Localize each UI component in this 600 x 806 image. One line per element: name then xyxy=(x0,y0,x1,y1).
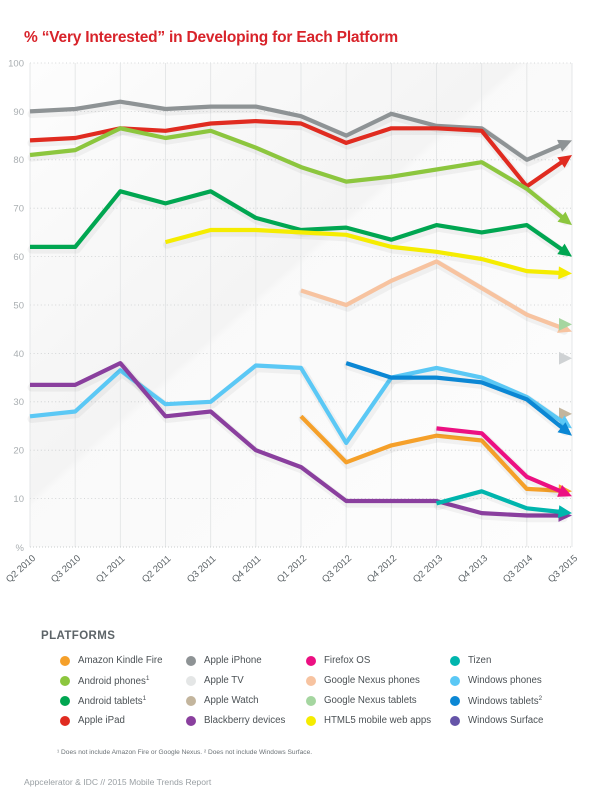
chart-plot-area: 10 20 30 40 50 60 70 80 90 100% xyxy=(0,55,600,565)
legend-item-label: Firefox OS xyxy=(324,655,371,666)
legend-item[interactable]: Tizen xyxy=(450,655,491,666)
legend-item[interactable]: Windows tablets2 xyxy=(450,695,542,707)
legend-item[interactable]: Windows phones xyxy=(450,675,542,686)
legend-item-label: Windows phones xyxy=(468,675,542,686)
legend-item[interactable]: Google Nexus tablets xyxy=(306,695,417,706)
legend-heading: PLATFORMS xyxy=(41,630,116,642)
legend-color-swatch xyxy=(60,676,70,687)
legend-color-swatch xyxy=(186,675,196,686)
legend-color-swatch xyxy=(450,675,460,686)
line-chart-svg: 10 20 30 40 50 60 70 80 90 100% xyxy=(8,58,573,554)
footnote-text: ¹ Does not include Amazon Fire or Google… xyxy=(57,749,313,756)
legend-item-label: Android tablets1 xyxy=(78,695,147,708)
legend-item-label: Windows Surface xyxy=(468,715,544,726)
legend-color-swatch xyxy=(186,655,196,666)
legend-color-swatch xyxy=(60,655,70,666)
legend-color-swatch xyxy=(186,695,196,706)
legend-item-label: Google Nexus tablets xyxy=(324,695,417,706)
legend-color-swatch xyxy=(60,696,70,707)
y-axis-tick-label: 100 xyxy=(8,58,24,69)
y-axis-tick-label: 70 xyxy=(13,204,24,215)
legend-item-label: Windows tablets2 xyxy=(468,695,543,708)
legend-color-swatch xyxy=(450,696,460,707)
legend-item[interactable]: Blackberry devices xyxy=(186,715,285,726)
legend-footnote-marker: 1 xyxy=(142,695,147,702)
legend-item-label: Blackberry devices xyxy=(204,715,286,726)
legend-color-swatch xyxy=(450,655,460,666)
y-axis-unit-label: % xyxy=(16,543,25,554)
legend-item-label: Tizen xyxy=(468,655,492,666)
legend-color-swatch xyxy=(450,715,460,726)
legend-color-swatch xyxy=(306,715,316,726)
y-axis-tick-label: 50 xyxy=(13,300,24,311)
legend-item[interactable]: Windows Surface xyxy=(450,715,543,726)
legend-item[interactable]: Apple iPad xyxy=(60,715,125,726)
legend-item[interactable]: Apple TV xyxy=(186,675,244,686)
legend-item[interactable]: Firefox OS xyxy=(306,655,370,666)
y-axis-tick-label: 20 xyxy=(13,446,24,457)
legend-color-swatch xyxy=(186,715,196,726)
y-axis-tick-label: 80 xyxy=(13,155,24,166)
legend-item[interactable]: Apple Watch xyxy=(186,695,259,706)
legend-item[interactable]: Android tablets1 xyxy=(60,695,146,707)
source-attribution: Appcelerator & IDC // 2015 Mobile Trends… xyxy=(24,777,212,787)
y-axis-tick-label: 40 xyxy=(13,349,24,360)
legend-item-label: Android phones1 xyxy=(78,675,150,688)
y-axis-tick-label: 90 xyxy=(13,107,24,118)
legend-item-label: Apple iPad xyxy=(78,715,125,726)
legend-item[interactable]: HTML5 mobile web apps xyxy=(306,715,431,726)
legend-item-label: Apple TV xyxy=(204,675,244,686)
legend-color-swatch xyxy=(306,655,316,666)
legend-color-swatch xyxy=(306,695,316,706)
legend-item-label: Google Nexus phones xyxy=(324,675,420,686)
legend-item-label: HTML5 mobile web apps xyxy=(324,715,432,726)
legend-item-label: Amazon Kindle Fire xyxy=(78,655,163,666)
y-axis-tick-label: 60 xyxy=(13,252,24,263)
legend-item-label: Apple Watch xyxy=(204,695,259,706)
page-title: % “Very Interested” in Developing for Ea… xyxy=(24,29,398,46)
legend-item[interactable]: Google Nexus phones xyxy=(306,675,420,686)
legend-color-swatch xyxy=(60,715,70,726)
legend-footnote-marker: 2 xyxy=(538,695,543,702)
legend-color-swatch xyxy=(306,675,316,686)
y-axis-tick-label: 10 xyxy=(13,494,24,505)
legend-item[interactable]: Apple iPhone xyxy=(186,655,262,666)
x-axis-labels: Q2 2010 Q3 2010 Q1 2011 Q2 2011 Q3 2011 Q4 20… xyxy=(0,553,600,623)
legend-item[interactable]: Amazon Kindle Fire xyxy=(60,655,163,666)
y-axis-tick-label: 30 xyxy=(13,397,24,408)
legend-item[interactable]: Android phones1 xyxy=(60,675,150,687)
legend-footnote-marker: 1 xyxy=(145,675,150,682)
legend-item-label: Apple iPhone xyxy=(204,655,262,666)
